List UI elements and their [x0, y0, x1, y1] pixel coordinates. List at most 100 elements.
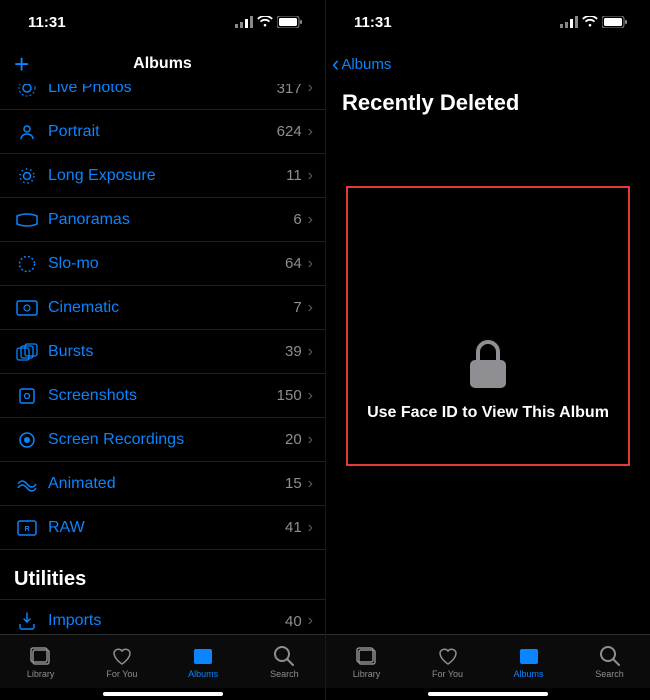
row-label: Imports [48, 612, 101, 630]
row-count: 6 [293, 211, 301, 228]
cinematic-icon [14, 298, 40, 318]
row-count: 64 [285, 255, 302, 272]
portrait-icon [14, 122, 40, 142]
chevron-right-icon: › [308, 475, 313, 493]
cellular-icon [560, 16, 578, 28]
battery-icon [277, 16, 303, 28]
row-screenshots[interactable]: Screenshots 150 › [0, 374, 325, 418]
row-count: 150 [277, 387, 302, 404]
locked-album-pane: Use Face ID to View This Album [326, 126, 650, 634]
albums-icon [517, 645, 541, 667]
status-bar: 11:31 [0, 0, 325, 44]
tab-library[interactable]: Library [326, 635, 407, 688]
chevron-left-icon: ‹ [332, 53, 339, 75]
row-label: Live Photos [48, 84, 132, 97]
row-count: 317 [277, 84, 302, 97]
status-bar: 11:31 [326, 0, 650, 44]
chevron-right-icon: › [308, 211, 313, 229]
tab-bar: Library For You Albums Search [0, 634, 325, 688]
home-indicator[interactable] [0, 688, 325, 700]
tab-for-you[interactable]: For You [407, 635, 488, 688]
tab-label: For You [432, 669, 463, 679]
chevron-right-icon: › [308, 519, 313, 537]
nav-bar: + Albums [0, 44, 325, 84]
page-title: Recently Deleted [326, 84, 650, 126]
row-live-photos[interactable]: Live Photos 317 › [0, 84, 325, 110]
row-bursts[interactable]: Bursts 39 › [0, 330, 325, 374]
library-icon [29, 645, 53, 667]
tab-library[interactable]: Library [0, 635, 81, 688]
back-button[interactable]: ‹ Albums [332, 53, 391, 75]
svg-text:R: R [24, 526, 29, 533]
bursts-icon [14, 342, 40, 362]
chevron-right-icon: › [308, 387, 313, 405]
nav-title: Albums [0, 55, 325, 73]
chevron-right-icon: › [308, 167, 313, 185]
row-count: 39 [285, 343, 302, 360]
for-you-icon [110, 645, 134, 667]
row-label: Screenshots [48, 387, 137, 405]
for-you-icon [436, 645, 460, 667]
live-photos-icon [14, 84, 40, 98]
raw-icon: R [14, 518, 40, 538]
lock-message[interactable]: Use Face ID to View This Album [367, 338, 609, 422]
row-panoramas[interactable]: Panoramas 6 › [0, 198, 325, 242]
albums-icon [191, 645, 215, 667]
row-raw[interactable]: R RAW 41 › [0, 506, 325, 550]
long-exposure-icon [14, 166, 40, 186]
row-portrait[interactable]: Portrait 624 › [0, 110, 325, 154]
chevron-right-icon: › [308, 255, 313, 273]
row-imports[interactable]: Imports 40 › [0, 599, 325, 634]
chevron-right-icon: › [308, 343, 313, 361]
battery-icon [602, 16, 628, 28]
row-screen-recordings[interactable]: Screen Recordings 20 › [0, 418, 325, 462]
row-count: 624 [277, 123, 302, 140]
status-indicators [560, 16, 628, 28]
lock-message-text: Use Face ID to View This Album [367, 404, 609, 422]
library-icon [355, 645, 379, 667]
search-icon [272, 645, 296, 667]
row-long-exposure[interactable]: Long Exposure 11 › [0, 154, 325, 198]
lock-icon [466, 338, 510, 390]
tab-albums[interactable]: Albums [163, 635, 244, 688]
chevron-right-icon: › [308, 123, 313, 141]
row-label: Long Exposure [48, 167, 156, 185]
tab-search[interactable]: Search [569, 635, 650, 688]
tab-label: For You [106, 669, 137, 679]
tab-albums[interactable]: Albums [488, 635, 569, 688]
tab-for-you[interactable]: For You [81, 635, 162, 688]
chevron-right-icon: › [308, 299, 313, 317]
row-animated[interactable]: Animated 15 › [0, 462, 325, 506]
row-count: 41 [285, 519, 302, 536]
imports-icon [14, 611, 40, 631]
row-count: 7 [293, 299, 301, 316]
row-cinematic[interactable]: Cinematic 7 › [0, 286, 325, 330]
screen-recordings-icon [14, 430, 40, 450]
wifi-icon [257, 16, 273, 28]
back-label: Albums [341, 56, 391, 73]
tab-label: Albums [513, 669, 543, 679]
tab-label: Library [353, 669, 381, 679]
row-label: Portrait [48, 123, 100, 141]
row-count: 40 [285, 613, 302, 630]
chevron-right-icon: › [308, 84, 313, 97]
album-list[interactable]: Live Photos 317 › Portrait 624 › Long Ex… [0, 84, 325, 634]
row-slo-mo[interactable]: Slo-mo 64 › [0, 242, 325, 286]
tab-bar: Library For You Albums Search [326, 634, 650, 688]
nav-bar: ‹ Albums [326, 44, 650, 84]
status-time: 11:31 [28, 14, 66, 31]
status-indicators [235, 16, 303, 28]
home-indicator[interactable] [326, 688, 650, 700]
cellular-icon [235, 16, 253, 28]
screenshots-icon [14, 386, 40, 406]
slo-mo-icon [14, 254, 40, 274]
utilities-section-title: Utilities [0, 550, 325, 599]
wifi-icon [582, 16, 598, 28]
row-label: Panoramas [48, 211, 130, 229]
phone-left: 11:31 + Albums Live Photos 317 › Portrai… [0, 0, 325, 700]
row-label: Slo-mo [48, 255, 99, 273]
search-icon [598, 645, 622, 667]
row-count: 20 [285, 431, 302, 448]
animated-icon [14, 474, 40, 494]
tab-search[interactable]: Search [244, 635, 325, 688]
